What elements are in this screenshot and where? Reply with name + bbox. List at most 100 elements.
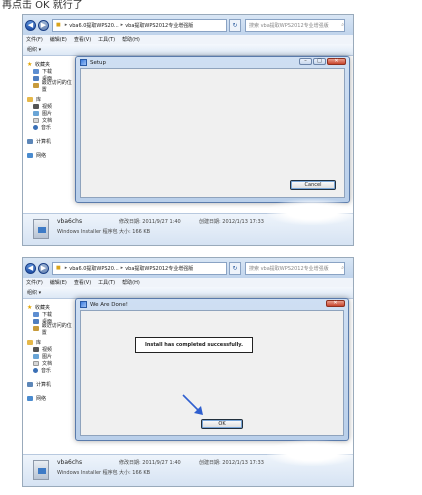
back-button[interactable]: ◀: [25, 19, 36, 31]
sidebar-item-library[interactable]: 库: [23, 339, 75, 346]
file-size: 大小: 166 KB: [119, 470, 151, 476]
sidebar-item-music[interactable]: 音乐: [23, 124, 75, 131]
menu-edit[interactable]: 编辑(E): [50, 279, 67, 286]
forward-button[interactable]: ▶: [38, 262, 49, 274]
folder-icon: ■: [56, 22, 61, 28]
created-date: 创建日期: 2012/1/13 17:33: [199, 219, 264, 225]
sidebar-item-network[interactable]: 网络: [23, 395, 75, 402]
sidebar-item-favorites[interactable]: ★ 收藏夹: [23, 61, 75, 68]
menu-bar: 文件(F) 编辑(E) 查看(V) 工具(T) 帮助(H): [23, 35, 353, 44]
dialog-titlebar[interactable]: We Are Done!: [76, 299, 348, 310]
sidebar-item-library[interactable]: 库: [23, 96, 75, 103]
file-type: Windows Installer 程序包: [57, 470, 118, 476]
sidebar-item-label: 视频: [42, 104, 53, 110]
close-button[interactable]: ✕: [327, 58, 346, 65]
breadcrumb-item[interactable]: vba提取WPS2012专业增强版: [125, 22, 193, 29]
organize-button[interactable]: 组织 ▾: [27, 289, 41, 296]
sidebar-item-network[interactable]: 网络: [23, 152, 75, 159]
search-input[interactable]: 搜索 vba提取WPS2012专业增强版 ⌕: [245, 18, 345, 32]
sidebar-item-videos[interactable]: 视频: [23, 103, 75, 110]
folder-icon: ■: [56, 265, 61, 271]
success-message: Install has completed successfully.: [135, 337, 253, 353]
explorer-window-done: ◀ ▶ ■ ▸ vba6.0提取WPS20... ▸ vba提取WPS2012专…: [22, 257, 354, 487]
menu-edit[interactable]: 编辑(E): [50, 36, 67, 43]
breadcrumb-item[interactable]: vba6.0提取WPS20...: [69, 22, 118, 29]
music-icon: [33, 368, 38, 373]
watermark-blur: [267, 440, 353, 466]
breadcrumb[interactable]: ■ ▸ vba6.0提取WPS20... ▸ vba提取WPS2012专业增强版: [52, 18, 227, 32]
pointer-arrow-icon: [182, 394, 203, 415]
dialog-body: Install has completed successfully. OK: [80, 310, 344, 436]
menu-help[interactable]: 帮助(H): [122, 279, 140, 286]
installer-file-icon: [33, 460, 49, 480]
sidebar-item-recent[interactable]: 最近访问的位置: [23, 323, 75, 336]
sidebar-item-recent[interactable]: 最近访问的位置: [23, 80, 75, 93]
star-icon: ★: [27, 304, 33, 311]
created-date: 创建日期: 2012/1/13 17:33: [199, 460, 264, 466]
forward-button[interactable]: ▶: [38, 19, 49, 31]
setup-app-icon: [80, 59, 87, 66]
setup-dialog: Setup – □ ✕ Cancel: [75, 56, 350, 203]
navigation-pane: ★ 收藏夹 下载 桌面 最近访问的位置 库 视频 图片 文档 音乐 计算机 网络: [23, 56, 75, 213]
cancel-button[interactable]: Cancel: [290, 180, 336, 190]
search-input[interactable]: 搜索 vba提取WPS2012专业增强版 ⌕: [245, 261, 345, 275]
computer-icon: [27, 139, 33, 144]
sidebar-item-videos[interactable]: 视频: [23, 346, 75, 353]
sidebar-item-pictures[interactable]: 图片: [23, 110, 75, 117]
sidebar-item-label: 收藏夹: [35, 62, 51, 68]
sidebar-item-label: 库: [36, 340, 42, 346]
sidebar-item-documents[interactable]: 文档: [23, 360, 75, 367]
sidebar-item-documents[interactable]: 文档: [23, 117, 75, 124]
dialog-title: Setup: [90, 59, 107, 66]
toolbar: 组织 ▾: [23, 44, 353, 56]
organize-button[interactable]: 组织 ▾: [27, 46, 41, 53]
menu-bar: 文件(F) 编辑(E) 查看(V) 工具(T) 帮助(H): [23, 278, 353, 287]
menu-tools[interactable]: 工具(T): [98, 36, 115, 43]
minimize-button[interactable]: –: [299, 58, 312, 65]
menu-file[interactable]: 文件(F): [26, 279, 43, 286]
chevron-right-icon: ▸: [64, 22, 68, 28]
modified-date: 修改日期: 2011/9/27 1:40: [119, 460, 181, 466]
picture-icon: [33, 354, 39, 359]
sidebar-item-label: 音乐: [41, 368, 52, 374]
done-dialog: We Are Done! ✕ Install has completed suc…: [75, 298, 349, 441]
refresh-button[interactable]: ↻: [229, 18, 241, 32]
sidebar-item-computer[interactable]: 计算机: [23, 138, 75, 145]
address-bar: ◀ ▶ ■ ▸ vba6.0提取WPS20... ▸ vba提取WPS2012专…: [23, 15, 353, 35]
network-icon: [27, 396, 33, 401]
breadcrumb[interactable]: ■ ▸ vba6.0提取WPS20... ▸ vba提取WPS2012专业增强版: [52, 261, 227, 275]
close-button[interactable]: ✕: [326, 300, 345, 307]
sidebar-item-label: 音乐: [41, 125, 52, 131]
sidebar-item-pictures[interactable]: 图片: [23, 353, 75, 360]
sidebar-item-favorites[interactable]: ★ 收藏夹: [23, 304, 75, 311]
menu-view[interactable]: 查看(V): [74, 36, 91, 43]
back-button[interactable]: ◀: [25, 262, 36, 274]
video-icon: [33, 104, 39, 109]
sidebar-item-downloads[interactable]: 下载: [23, 68, 75, 75]
sidebar-item-label: 下载: [42, 312, 53, 318]
search-icon: ⌕: [341, 22, 344, 28]
sidebar-item-label: 计算机: [36, 382, 52, 388]
breadcrumb-item[interactable]: vba6.0提取WPS20...: [69, 265, 118, 272]
ok-button[interactable]: OK: [201, 419, 243, 429]
chevron-right-icon: ▸: [64, 265, 68, 271]
menu-file[interactable]: 文件(F): [26, 36, 43, 43]
recent-places-icon: [33, 326, 39, 331]
setup-app-icon: [80, 301, 87, 308]
sidebar-item-label: 最近访问的位置: [41, 79, 72, 93]
menu-help[interactable]: 帮助(H): [122, 36, 140, 43]
breadcrumb-item[interactable]: vba提取WPS2012专业增强版: [125, 265, 193, 272]
window-controls: ✕: [325, 300, 345, 307]
file-size: 大小: 166 KB: [119, 229, 151, 235]
library-icon: [27, 340, 33, 345]
dialog-title: We Are Done!: [90, 301, 128, 308]
sidebar-item-downloads[interactable]: 下载: [23, 311, 75, 318]
menu-tools[interactable]: 工具(T): [98, 279, 115, 286]
sidebar-item-music[interactable]: 音乐: [23, 367, 75, 374]
sidebar-item-label: 文档: [42, 118, 53, 124]
refresh-button[interactable]: ↻: [229, 261, 241, 275]
download-icon: [33, 312, 39, 317]
maximize-button[interactable]: □: [313, 58, 326, 65]
menu-view[interactable]: 查看(V): [74, 279, 91, 286]
sidebar-item-computer[interactable]: 计算机: [23, 381, 75, 388]
